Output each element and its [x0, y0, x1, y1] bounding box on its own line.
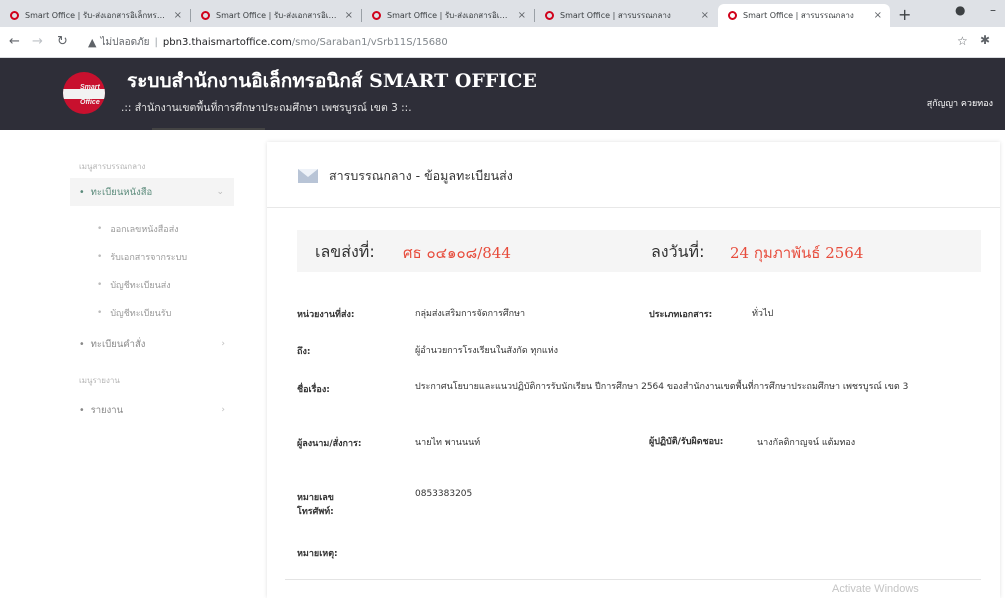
sidebar-item-label: ทะเบียนคำสั่ง: [90, 338, 146, 350]
smart-office-favicon-icon: [201, 11, 210, 20]
back-arrow-icon[interactable]: ←: [9, 34, 20, 49]
sidebar-section-header: เมนูสารบรรณกลาง: [79, 162, 146, 171]
tab-title: Smart Office | รับ-ส่งเอกสารอิเล็กทรอนิก…: [387, 11, 512, 20]
doc-number-value: ศธ ๐๔๑๐๘/844: [403, 244, 511, 262]
sidebar-item-label: ทะเบียนหนังสือ: [90, 186, 153, 198]
close-tab-icon[interactable]: ×: [874, 10, 882, 21]
smart-office-favicon-icon: [728, 11, 737, 20]
warning-triangle-icon: ▲: [88, 35, 97, 49]
sidebar-subitem[interactable]: • บัญชีทะเบียนรับ: [97, 306, 171, 320]
subject-value: ประกาศนโยบายและแนวปฏิบัติการรับนักเรียน …: [415, 382, 909, 392]
forward-arrow-icon[interactable]: →: [32, 34, 43, 49]
tab-title: Smart Office | รับ-ส่งเอกสารอิเล็กทรอนิก…: [216, 11, 339, 20]
divider: [285, 579, 981, 580]
logo-text: Smart: [80, 84, 100, 91]
smart-office-favicon-icon: [545, 11, 554, 20]
chevron-right-icon: ›: [221, 339, 225, 349]
sidebar: เมนูสารบรรณกลาง • ทะเบียนหนังสือ ⌄ • ออกเล…: [0, 130, 255, 598]
browser-tab-active[interactable]: Smart Office | สารบรรณกลาง ×: [718, 4, 890, 27]
to-value: ผู้อำนวยการโรงเรียนในสังกัด ทุกแห่ง: [415, 346, 559, 356]
note-label: หมายเหตุ:: [297, 549, 338, 559]
app-title: ระบบสำนักงานอิเล็กทรอนิกส์ SMART OFFICE: [127, 70, 537, 92]
sidebar-item-orders[interactable]: • ทะเบียนคำสั่ง ›: [79, 330, 235, 358]
user-name[interactable]: สุกัญญา ควยทอง: [927, 96, 993, 110]
app-header: Smart Office ระบบสำนักงานอิเล็กทรอนิกส์ …: [0, 58, 1005, 130]
sidebar-subitem[interactable]: • รับเอกสารจากระบบ: [97, 250, 187, 264]
browser-tab-bar: Smart Office | รับ-ส่งเอกสารอิเล็กทรอนิก…: [0, 0, 1005, 27]
close-tab-icon[interactable]: ×: [174, 10, 182, 21]
to-label: ถึง:: [297, 347, 311, 357]
doc-type-label: ประเภทเอกสาร:: [649, 310, 713, 320]
tab-title: Smart Office | รับ-ส่งเอกสารอิเล็กทรอนิก…: [25, 11, 168, 20]
profile-icon[interactable]: ●: [955, 3, 965, 17]
envelope-icon: [298, 169, 318, 183]
activate-windows-watermark: Activate Windows: [832, 583, 919, 595]
date-value: 24 กุมภาพันธ์ 2564: [730, 244, 864, 262]
main-panel: สารบรรณกลาง - ข้อมูลทะเบียนส่ง เลขส่งที่…: [267, 142, 1000, 598]
tab-title: Smart Office | สารบรรณกลาง: [743, 11, 854, 20]
browser-tab[interactable]: Smart Office | รับ-ส่งเอกสารอิเล็กทรอนิก…: [0, 4, 190, 27]
sidebar-subitem[interactable]: • ออกเลขหนังสือส่ง: [97, 222, 179, 236]
browser-tab[interactable]: Smart Office | รับ-ส่งเอกสารอิเล็กทรอนิก…: [191, 4, 361, 27]
date-label: ลงวันที่:: [651, 242, 705, 261]
browser-tab[interactable]: Smart Office | สารบรรณกลาง ×: [535, 4, 717, 27]
org-subtitle: .:: สำนักงานเขตพื้นที่การศึกษาประถมศึกษา…: [121, 102, 412, 114]
reload-icon[interactable]: ↻: [57, 34, 68, 49]
chevron-down-icon: ⌄: [216, 187, 224, 197]
sidebar-item-register[interactable]: • ทะเบียนหนังสือ ⌄: [70, 178, 234, 206]
security-label: ไม่ปลอดภัย: [100, 36, 150, 48]
sidebar-item-label: รายงาน: [90, 404, 124, 416]
minimize-icon[interactable]: –: [990, 3, 996, 17]
doc-type-value: ทั่วไป: [752, 309, 774, 319]
close-tab-icon[interactable]: ×: [518, 10, 526, 21]
document-number-box: เลขส่งที่: ศธ ๐๔๑๐๘/844 ลงวันที่: 24 กุม…: [297, 230, 981, 272]
close-tab-icon[interactable]: ×: [701, 10, 709, 21]
url-host: pbn3.thaismartoffice.com: [162, 36, 292, 48]
subject-label: ชื่อเรื่อง:: [297, 385, 330, 395]
close-tab-icon[interactable]: ×: [345, 10, 353, 21]
extensions-icon[interactable]: ✱: [980, 33, 990, 47]
responsible-value: นางกัลติกาญจน์ แต้มทอง: [757, 438, 856, 448]
smart-office-favicon-icon: [10, 11, 19, 20]
responsible-label: ผู้ปฏิบัติ/รับผิดชอบ:: [649, 437, 724, 447]
url-field[interactable]: ▲ ไม่ปลอดภัย | pbn3.thaismartoffice.com …: [88, 31, 938, 53]
doc-number-label: เลขส่งที่:: [315, 242, 375, 261]
panel-title: สารบรรณกลาง - ข้อมูลทะเบียนส่ง: [329, 168, 513, 183]
new-tab-button[interactable]: +: [898, 5, 911, 24]
signer-label: ผู้ลงนาม/สั่งการ:: [297, 439, 362, 449]
smart-office-favicon-icon: [372, 11, 381, 20]
sidebar-item-report[interactable]: • รายงาน ›: [79, 396, 235, 424]
sender-unit-value: กลุ่มส่งเสริมการจัดการศึกษา: [415, 309, 526, 319]
phone-label: หมายเลขโทรศัพท์:: [297, 493, 334, 517]
chevron-right-icon: ›: [221, 405, 225, 415]
phone-value: 0853383205: [415, 489, 473, 499]
url-path: /smo/Saraban1/vSrb11S/15680: [291, 36, 448, 48]
tab-title: Smart Office | สารบรรณกลาง: [560, 11, 671, 20]
bookmark-star-icon[interactable]: ☆: [957, 34, 968, 48]
sidebar-subitem[interactable]: • บัญชีทะเบียนส่ง: [97, 278, 171, 292]
panel-header: สารบรรณกลาง - ข้อมูลทะเบียนส่ง: [267, 142, 1000, 208]
browser-address-bar: ← → ↻ ▲ ไม่ปลอดภัย | pbn3.thaismartoffic…: [0, 27, 1005, 58]
browser-tab[interactable]: Smart Office | รับ-ส่งเอกสารอิเล็กทรอนิก…: [362, 4, 534, 27]
smart-office-logo[interactable]: Smart Office: [63, 72, 105, 114]
logo-text: Office: [80, 99, 100, 106]
sidebar-section-header: เมนูรายงาน: [79, 376, 120, 385]
signer-value: นายไท พานนนท์: [415, 438, 481, 448]
sender-unit-label: หน่วยงานที่ส่ง:: [297, 310, 355, 320]
